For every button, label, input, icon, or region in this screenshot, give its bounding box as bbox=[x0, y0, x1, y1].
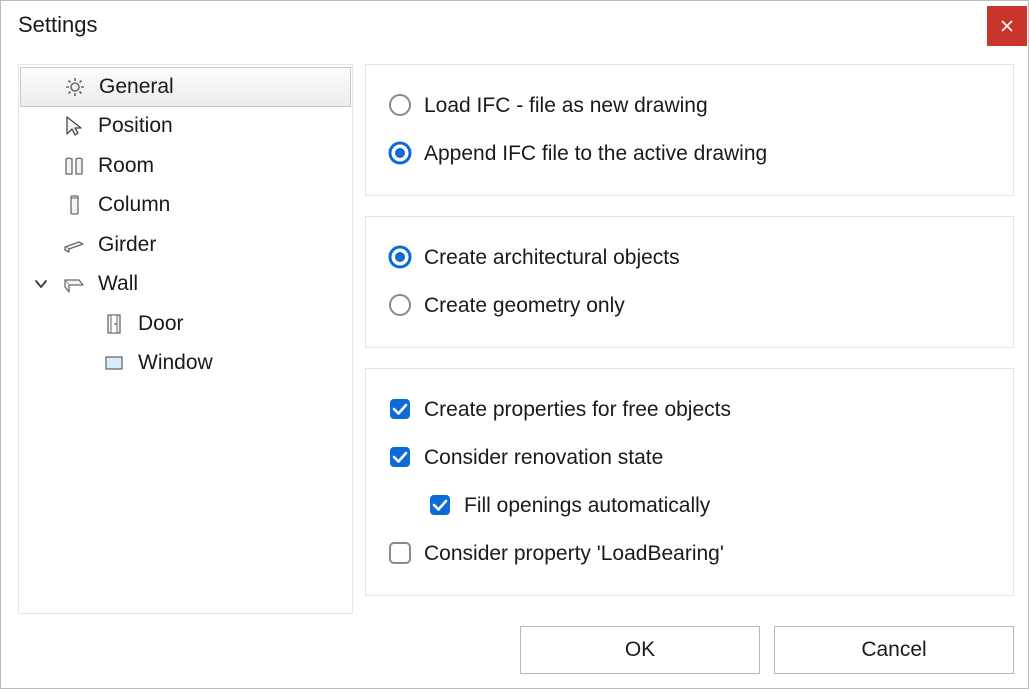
checkbox-on-icon bbox=[388, 445, 412, 469]
tree-item-girder[interactable]: Girder bbox=[19, 225, 352, 265]
radio-create-geom[interactable]: Create geometry only bbox=[388, 291, 991, 321]
radio-create-arch[interactable]: Create architectural objects bbox=[388, 243, 991, 273]
tree-item-column[interactable]: Column bbox=[19, 186, 352, 226]
radio-label: Append IFC file to the active drawing bbox=[424, 143, 767, 164]
check-label: Create properties for free objects bbox=[424, 399, 731, 420]
tree-item-label: Wall bbox=[98, 272, 138, 296]
checkbox-on-icon bbox=[388, 397, 412, 421]
group-create-mode: Create architectural objects Create geom… bbox=[365, 216, 1014, 348]
window-icon bbox=[100, 349, 128, 377]
cancel-button[interactable]: Cancel bbox=[774, 626, 1014, 674]
ok-button[interactable]: OK bbox=[520, 626, 760, 674]
radio-label: Create geometry only bbox=[424, 295, 625, 316]
tree-item-label: Column bbox=[98, 193, 170, 217]
close-button[interactable] bbox=[987, 6, 1027, 46]
tree-item-label: Door bbox=[138, 312, 184, 336]
tree-item-wall[interactable]: Wall bbox=[19, 265, 352, 305]
check-fill-openings[interactable]: Fill openings automatically bbox=[388, 491, 991, 521]
close-icon bbox=[999, 18, 1015, 34]
options-panel: Load IFC - file as new drawing Append IF… bbox=[365, 64, 1014, 614]
tree-item-room[interactable]: Room bbox=[19, 146, 352, 186]
button-label: Cancel bbox=[861, 638, 926, 662]
tree-item-position[interactable]: Position bbox=[19, 107, 352, 147]
radio-off-icon bbox=[388, 93, 412, 117]
check-create-properties[interactable]: Create properties for free objects bbox=[388, 395, 991, 425]
settings-dialog: Settings General Position Room bbox=[0, 0, 1029, 689]
tree-item-label: Window bbox=[138, 351, 213, 375]
radio-on-icon bbox=[388, 141, 412, 165]
room-icon bbox=[60, 152, 88, 180]
gear-icon bbox=[61, 73, 89, 101]
titlebar: Settings bbox=[1, 1, 1028, 49]
check-consider-loadbearing[interactable]: Consider property 'LoadBearing' bbox=[388, 539, 991, 569]
checkbox-off-icon bbox=[388, 541, 412, 565]
tree-item-label: Position bbox=[98, 114, 173, 138]
dialog-title: Settings bbox=[18, 12, 98, 38]
check-label: Consider renovation state bbox=[424, 447, 663, 468]
radio-label: Load IFC - file as new drawing bbox=[424, 95, 708, 116]
girder-icon bbox=[60, 231, 88, 259]
dialog-body: General Position Room Column Girder bbox=[1, 49, 1028, 626]
dialog-footer: OK Cancel bbox=[1, 626, 1028, 688]
check-consider-renovation[interactable]: Consider renovation state bbox=[388, 443, 991, 473]
radio-off-icon bbox=[388, 293, 412, 317]
wall-icon bbox=[60, 270, 88, 298]
check-label: Consider property 'LoadBearing' bbox=[424, 543, 724, 564]
group-options: Create properties for free objects Consi… bbox=[365, 368, 1014, 596]
door-icon bbox=[100, 310, 128, 338]
tree-item-window[interactable]: Window bbox=[19, 344, 352, 384]
tree-item-label: Room bbox=[98, 154, 154, 178]
tree-item-label: Girder bbox=[98, 233, 156, 257]
category-tree: General Position Room Column Girder bbox=[18, 64, 353, 614]
radio-on-icon bbox=[388, 245, 412, 269]
radio-load-new[interactable]: Load IFC - file as new drawing bbox=[388, 91, 991, 121]
checkbox-on-icon bbox=[428, 493, 452, 517]
chevron-down-icon[interactable] bbox=[32, 277, 50, 291]
tree-item-label: General bbox=[99, 75, 174, 99]
tree-item-general[interactable]: General bbox=[20, 67, 351, 107]
radio-label: Create architectural objects bbox=[424, 247, 680, 268]
group-load-mode: Load IFC - file as new drawing Append IF… bbox=[365, 64, 1014, 196]
check-label: Fill openings automatically bbox=[464, 495, 710, 516]
radio-load-append[interactable]: Append IFC file to the active drawing bbox=[388, 139, 991, 169]
tree-item-door[interactable]: Door bbox=[19, 304, 352, 344]
column-icon bbox=[60, 191, 88, 219]
button-label: OK bbox=[625, 638, 655, 662]
cursor-icon bbox=[60, 112, 88, 140]
